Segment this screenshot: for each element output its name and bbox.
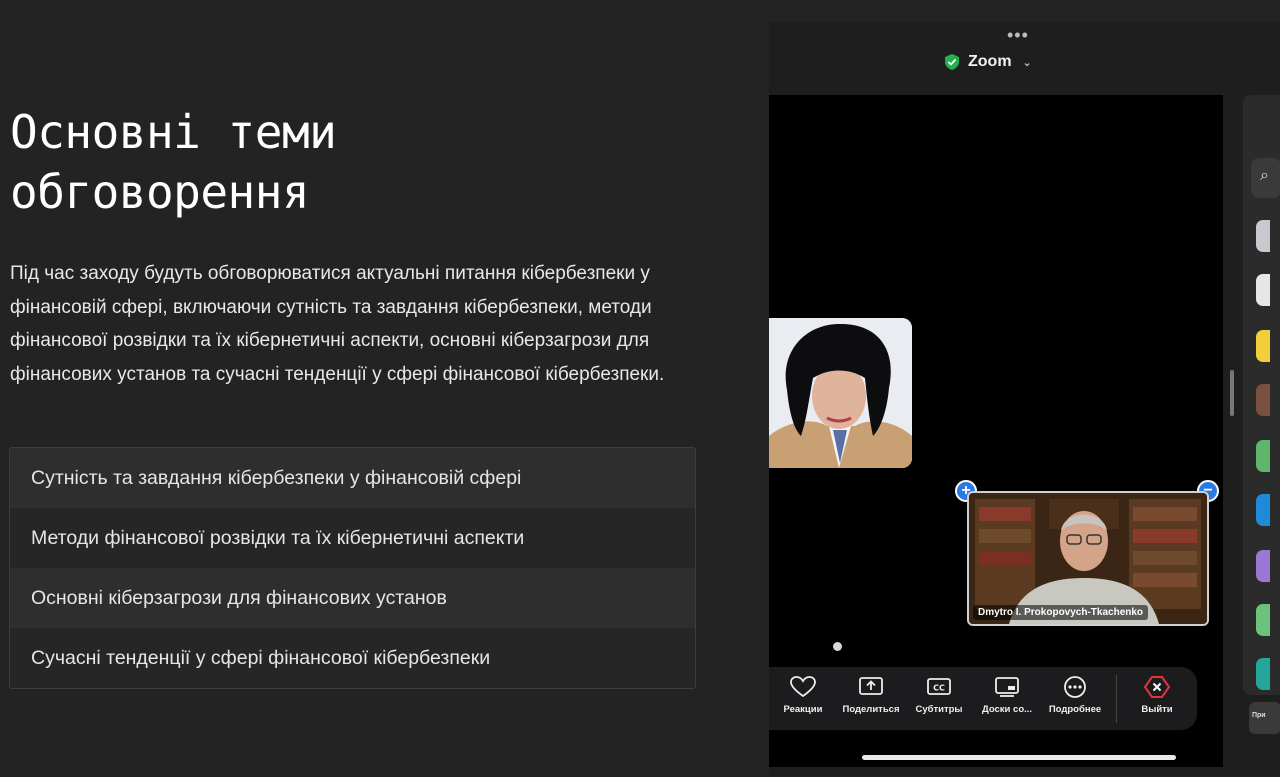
avatar[interactable] xyxy=(1256,274,1270,306)
zoom-window: ••• Zoom ⌄ + − Dmytro I. Prokopovych-Tka… xyxy=(769,22,1280,777)
search-icon: ⌕ xyxy=(1260,167,1269,184)
more-button[interactable]: Подробнее xyxy=(1042,675,1108,715)
whiteboards-button[interactable]: Доски со... xyxy=(974,675,1040,715)
avatar[interactable] xyxy=(1256,330,1270,362)
leave-button[interactable]: Выйти xyxy=(1124,675,1190,715)
whiteboards-label: Доски со... xyxy=(981,704,1033,715)
participant-video-tile[interactable]: Dmytro I. Prokopovych-Tkachenko xyxy=(967,491,1209,626)
scrollbar[interactable] xyxy=(1230,370,1234,416)
share-label: Поделиться xyxy=(842,704,900,715)
more-label: Подробнее xyxy=(1048,704,1102,715)
more-dots-icon xyxy=(1064,676,1086,698)
avatar[interactable] xyxy=(1256,604,1270,636)
reactions-button[interactable]: Реакции xyxy=(770,675,836,715)
section-description: Під час заходу будуть обговорюватися акт… xyxy=(10,263,665,385)
list-item[interactable]: Методи фінансової розвідки та їх кіберне… xyxy=(10,508,695,568)
side-panel-button[interactable]: При xyxy=(1249,702,1280,734)
app-title: Zoom xyxy=(968,53,1012,70)
avatar[interactable] xyxy=(1256,494,1270,526)
window-menu-dots[interactable]: ••• xyxy=(1007,25,1029,46)
share-screen-icon xyxy=(859,677,883,695)
reactions-label: Реакции xyxy=(783,704,823,715)
list-item[interactable]: Основні кіберзагрози для фінансових уста… xyxy=(10,568,695,628)
leave-icon xyxy=(1143,676,1171,698)
video-area: + − Dmytro I. Prokopovych-Tkachenko Реак… xyxy=(769,95,1223,767)
svg-text:CC: CC xyxy=(933,684,945,693)
avatar[interactable] xyxy=(1256,550,1270,582)
participant-video-tile[interactable] xyxy=(769,318,912,468)
toolbar-divider xyxy=(1116,675,1117,723)
list-item[interactable]: Сутність та завдання кібербезпеки у фіна… xyxy=(10,448,695,508)
meeting-header[interactable]: Zoom ⌄ xyxy=(945,53,1032,71)
topics-list: Сутність та завдання кібербезпеки у фіна… xyxy=(9,447,696,689)
participant-photo xyxy=(769,318,912,468)
home-indicator-bar[interactable] xyxy=(862,755,1176,760)
whiteboard-icon xyxy=(995,677,1019,697)
chevron-down-icon: ⌄ xyxy=(1022,56,1032,69)
closed-captions-icon: CC xyxy=(927,678,951,695)
avatar[interactable] xyxy=(1256,440,1270,472)
side-panel-label: При xyxy=(1252,712,1266,719)
section-title: Основні теми обговорення xyxy=(10,105,337,219)
page-indicator-dot[interactable] xyxy=(833,642,842,651)
list-item[interactable]: Сучасні тенденції у сфері фінансової кіб… xyxy=(10,628,695,688)
share-button[interactable]: Поделиться xyxy=(838,675,904,715)
captions-label: Субтитры xyxy=(915,704,963,715)
participant-name-label: Dmytro I. Prokopovych-Tkachenko xyxy=(973,605,1149,620)
avatar[interactable] xyxy=(1256,658,1270,690)
heart-icon xyxy=(790,676,816,698)
avatar[interactable] xyxy=(1256,220,1270,252)
shield-check-icon xyxy=(945,54,959,70)
side-panel-search[interactable]: ⌕ xyxy=(1251,158,1280,198)
event-topics-section: Основні теми обговорення Під час заходу … xyxy=(0,0,740,777)
captions-button[interactable]: CC Субтитры xyxy=(906,675,972,715)
meeting-toolbar: Реакции Поделиться CC Субтитры Доски со.… xyxy=(769,667,1197,730)
leave-label: Выйти xyxy=(1141,704,1173,715)
avatar[interactable] xyxy=(1256,384,1270,416)
